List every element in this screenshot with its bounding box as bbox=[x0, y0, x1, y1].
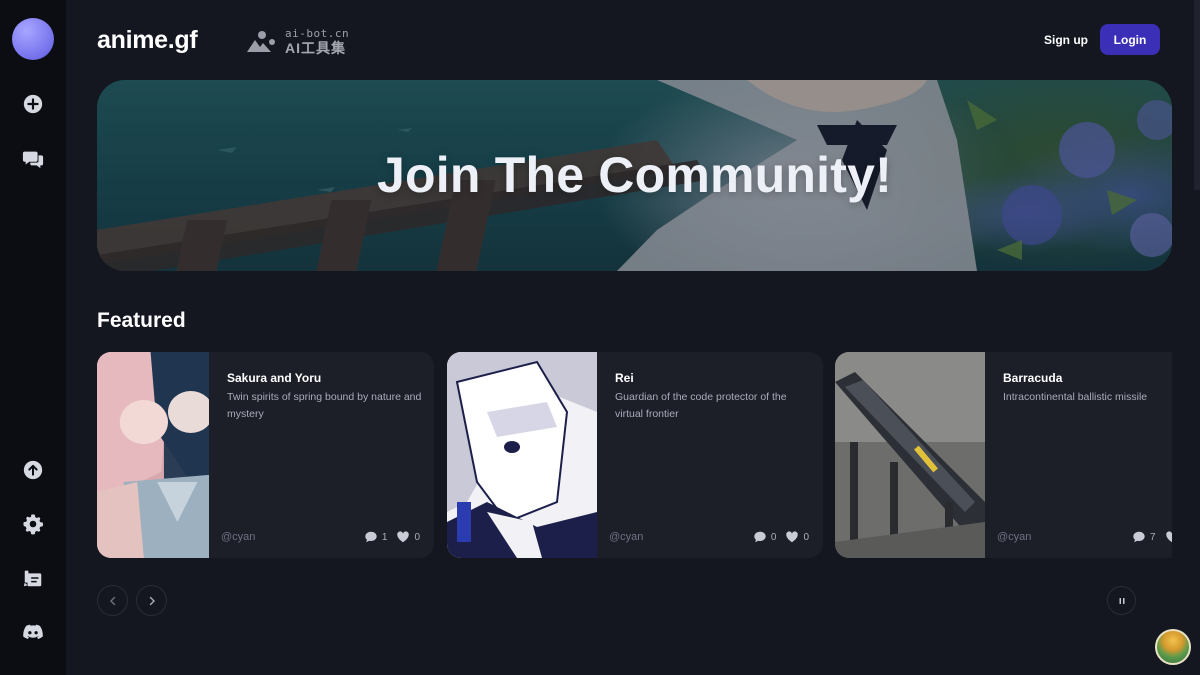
heart-icon[interactable] bbox=[785, 530, 799, 544]
card-title: Barracuda bbox=[1003, 371, 1063, 385]
carousel-pause-button[interactable] bbox=[1107, 586, 1136, 615]
like-count: 0 bbox=[803, 531, 809, 543]
gear-icon[interactable] bbox=[21, 512, 45, 536]
login-button[interactable]: Login bbox=[1100, 24, 1160, 55]
card-stats: 0 0 bbox=[753, 530, 809, 544]
character-thumbnail bbox=[835, 352, 985, 558]
pause-icon bbox=[1119, 597, 1124, 604]
card-title: Rei bbox=[615, 371, 634, 385]
card-stats: 7 bbox=[1132, 530, 1172, 544]
character-card[interactable]: Rei Guardian of the code protector of th… bbox=[447, 352, 823, 558]
like-count: 0 bbox=[414, 531, 420, 543]
watermark-line1: ai-bot.cn bbox=[285, 27, 350, 40]
discord-icon[interactable] bbox=[21, 620, 45, 644]
character-thumbnail bbox=[97, 352, 209, 558]
card-stats: 1 0 bbox=[364, 530, 420, 544]
comment-count: 0 bbox=[770, 531, 777, 543]
comment-icon bbox=[754, 531, 766, 543]
chevron-right-icon bbox=[149, 596, 155, 605]
plus-circle-icon[interactable] bbox=[21, 92, 45, 116]
floating-assistant-avatar[interactable] bbox=[1155, 629, 1191, 665]
comment-count: 1 bbox=[381, 531, 388, 543]
heart-icon[interactable] bbox=[396, 530, 410, 544]
hero-title: Join The Community! bbox=[377, 147, 892, 203]
card-description: Twin spirits of spring bound by nature a… bbox=[227, 391, 422, 420]
character-thumbnail bbox=[447, 352, 597, 558]
hero-banner[interactable]: Join The Community! bbox=[97, 80, 1172, 271]
card-title: Sakura and Yoru bbox=[227, 371, 322, 385]
arrow-up-circle-icon[interactable] bbox=[21, 458, 45, 482]
featured-heading: Featured bbox=[97, 309, 186, 332]
carousel-next-button[interactable] bbox=[136, 585, 167, 616]
watermark-logo-icon bbox=[245, 30, 279, 54]
character-card[interactable]: Barracuda Intracontinental ballistic mis… bbox=[835, 352, 1172, 558]
card-author[interactable]: @cyan bbox=[997, 531, 1031, 543]
signup-button[interactable]: Sign up bbox=[1036, 28, 1096, 52]
sidebar bbox=[0, 0, 66, 675]
card-description: Intracontinental ballistic missile bbox=[1003, 391, 1148, 403]
watermark: ai-bot.cn AI工具集 bbox=[245, 28, 349, 55]
user-avatar[interactable] bbox=[12, 18, 54, 60]
watermark-line2: AI工具集 bbox=[285, 40, 346, 56]
card-author[interactable]: @cyan bbox=[609, 531, 643, 543]
comment-icon bbox=[1133, 531, 1145, 543]
card-author[interactable]: @cyan bbox=[221, 531, 255, 543]
heart-icon[interactable] bbox=[1165, 530, 1172, 544]
comment-icon bbox=[365, 531, 377, 543]
character-card[interactable]: Sakura and Yoru Twin spirits of spring b… bbox=[97, 352, 434, 558]
edit-cards-icon[interactable] bbox=[21, 566, 45, 590]
chat-bubbles-icon[interactable] bbox=[21, 147, 45, 171]
page-scrollbar[interactable] bbox=[1194, 0, 1200, 190]
carousel-prev-button[interactable] bbox=[97, 585, 128, 616]
card-description: Guardian of the code protector of the vi… bbox=[615, 391, 787, 420]
brand-logo[interactable]: anime.gf bbox=[97, 26, 198, 55]
comment-count: 7 bbox=[1150, 531, 1156, 543]
chevron-left-icon bbox=[109, 596, 115, 605]
featured-carousel: Sakura and Yoru Twin spirits of spring b… bbox=[97, 352, 1172, 558]
